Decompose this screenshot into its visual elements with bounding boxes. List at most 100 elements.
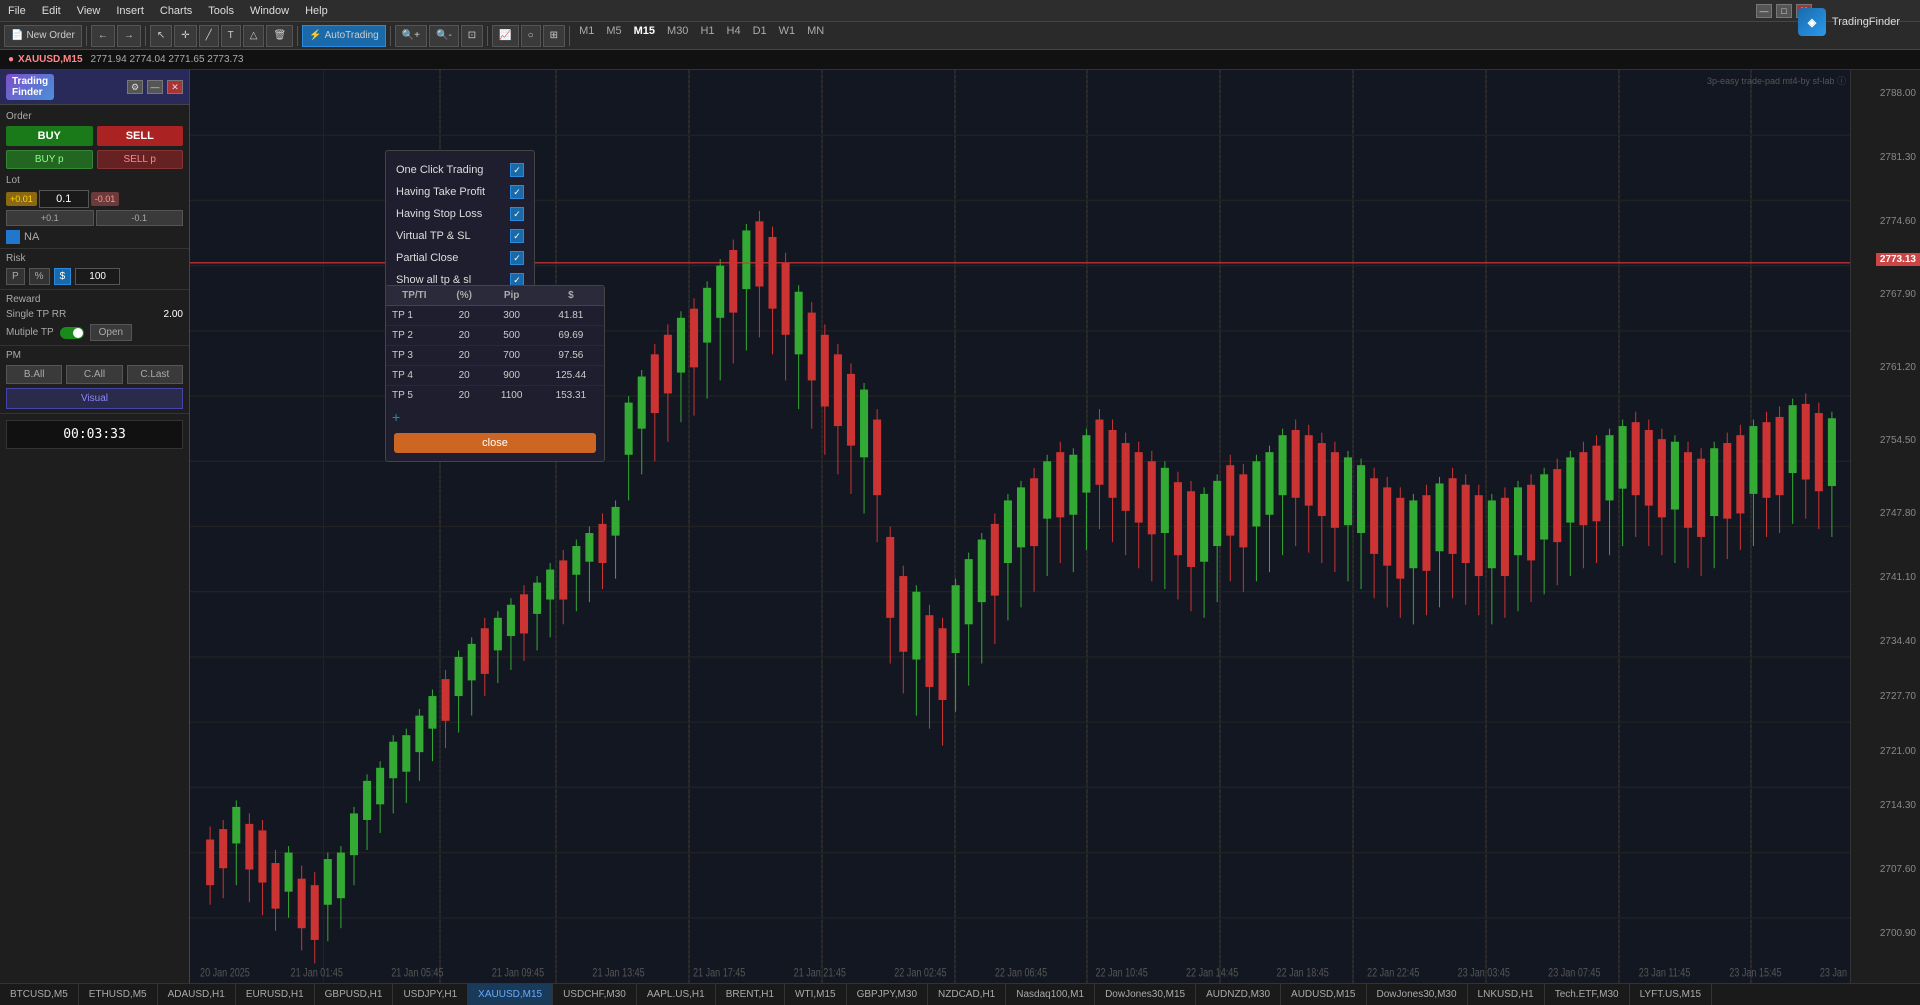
lot-minus-001-button[interactable]: -0.01 (91, 192, 120, 206)
toolbar-objects[interactable]: ○ (521, 25, 541, 47)
checkbox-virtual-tp-sl[interactable]: ✓ (510, 229, 524, 243)
auto-trading-button[interactable]: ⚡ AutoTrading (302, 25, 386, 47)
menu-help[interactable]: Help (305, 5, 328, 17)
menu-view[interactable]: View (77, 5, 101, 17)
toolbar-zoom-out[interactable]: 🔍- (429, 25, 459, 47)
risk-pct-button[interactable]: % (29, 268, 50, 285)
ticker-usdchf[interactable]: USDCHF,M30 (553, 984, 637, 1005)
menu-edit[interactable]: Edit (42, 5, 61, 17)
tp-add-row[interactable]: + (386, 405, 604, 429)
ticker-tech-etf[interactable]: Tech.ETF,M30 (1545, 984, 1630, 1005)
toolbar-shapes[interactable]: △ (243, 25, 265, 47)
dropdown-item-one-click[interactable]: One Click Trading ✓ (394, 159, 526, 181)
checkbox-stop-loss[interactable]: ✓ (510, 207, 524, 221)
tf-d1[interactable]: D1 (748, 25, 772, 47)
toolbar-delete[interactable]: 🗑 (266, 25, 293, 47)
toolbar-line[interactable]: ╱ (199, 25, 219, 47)
price-2707: 2707.60 (1880, 864, 1916, 875)
c-all-button[interactable]: C.All (66, 365, 122, 384)
tf-m1[interactable]: M1 (574, 25, 599, 47)
main-area: Trading Finder ⚙ — ✕ Order BUY SELL BUY … (0, 70, 1920, 983)
tp2-pct: 20 (443, 326, 486, 346)
buy-button[interactable]: BUY (6, 126, 93, 146)
lot-minus-01-button[interactable]: -0.1 (96, 210, 184, 226)
menu-insert[interactable]: Insert (116, 5, 144, 17)
ticker-wti[interactable]: WTI,M15 (785, 984, 847, 1005)
toolbar-fit[interactable]: ⊡ (461, 25, 483, 47)
ticker-audusd[interactable]: AUDUSD,M15 (1281, 984, 1366, 1005)
toolbar-text[interactable]: T (221, 25, 241, 47)
dropdown-item-take-profit[interactable]: Having Take Profit ✓ (394, 181, 526, 203)
color-box[interactable] (6, 230, 20, 244)
maximize-button[interactable]: □ (1776, 4, 1792, 18)
ticker-xauusd[interactable]: XAUUSD,M15 (468, 984, 553, 1005)
toolbar-arrows[interactable]: ← (91, 25, 115, 47)
toolbar-zoom-in[interactable]: 🔍+ (395, 25, 427, 47)
toolbar-crosshair[interactable]: ✛ (174, 25, 196, 47)
lot-plus-01-button[interactable]: +0.1 (6, 210, 94, 226)
minimize-button[interactable]: — (1756, 4, 1772, 18)
chart-area[interactable]: 3p-easy trade-pad mt4-by sf-lab ⓘ (190, 70, 1850, 983)
ticker-dowjones2[interactable]: DowJones30,M30 (1367, 984, 1468, 1005)
sell-pending-button[interactable]: SELL p (97, 150, 184, 169)
ticker-usdjpy[interactable]: USDJPY,H1 (393, 984, 468, 1005)
toolbar-cursor[interactable]: ↖ (150, 25, 172, 47)
tf-h1[interactable]: H1 (695, 25, 719, 47)
ticker-aapl[interactable]: AAPL.US,H1 (637, 984, 716, 1005)
toolbar-new-order[interactable]: 📄 New Order (4, 25, 82, 47)
ticker-btcusd[interactable]: BTCUSD,M5 (0, 984, 79, 1005)
open-button[interactable]: Open (90, 324, 132, 341)
ticker-lnkusd[interactable]: LNKUSD,H1 (1468, 984, 1545, 1005)
checkbox-one-click[interactable]: ✓ (510, 163, 524, 177)
tf-m5[interactable]: M5 (601, 25, 626, 47)
ticker-eurusd[interactable]: EURUSD,H1 (236, 984, 315, 1005)
ticker-audnzd[interactable]: AUDNZD,M30 (1196, 984, 1281, 1005)
ticker-lyft[interactable]: LYFT.US,M15 (1630, 984, 1713, 1005)
ticker-nasdaq[interactable]: Nasdaq100,M1 (1006, 984, 1095, 1005)
dropdown-item-partial-close[interactable]: Partial Close ✓ (394, 247, 526, 269)
tf-mn[interactable]: MN (802, 25, 829, 47)
tf-m15[interactable]: M15 (629, 25, 660, 47)
ticker-gbpusd[interactable]: GBPUSD,H1 (315, 984, 394, 1005)
multiple-tp-toggle[interactable] (60, 327, 84, 339)
checkbox-partial-close[interactable]: ✓ (510, 251, 524, 265)
symbol-prices: 2771.94 2774.04 2771.65 2773.73 (91, 54, 244, 65)
toolbar-indicators[interactable]: 📈 (492, 25, 518, 47)
sell-button[interactable]: SELL (97, 126, 184, 146)
ticker-nzdcad[interactable]: NZDCAD,H1 (928, 984, 1006, 1005)
ticker-brent[interactable]: BRENT,H1 (716, 984, 785, 1005)
dropdown-item-virtual-tp-sl[interactable]: Virtual TP & SL ✓ (394, 225, 526, 247)
visual-button[interactable]: Visual (6, 388, 183, 409)
panel-settings-button[interactable]: ⚙ (127, 80, 143, 94)
buy-pending-button[interactable]: BUY p (6, 150, 93, 169)
lot-plus-001-button[interactable]: +0.01 (6, 192, 37, 206)
menu-window[interactable]: Window (250, 5, 289, 17)
dropdown-item-stop-loss[interactable]: Having Stop Loss ✓ (394, 203, 526, 225)
risk-p-button[interactable]: P (6, 268, 25, 285)
toolbar-arrows2[interactable]: → (117, 25, 141, 47)
risk-value-input[interactable] (75, 268, 120, 285)
timer-display: 00:03:33 (6, 420, 183, 449)
tf-h4[interactable]: H4 (722, 25, 746, 47)
tf-text: TradingFinder (1832, 16, 1900, 28)
menu-tools[interactable]: Tools (208, 5, 234, 17)
price-2788: 2788.00 (1880, 88, 1916, 99)
menu-file[interactable]: File (8, 5, 26, 17)
tf-w1[interactable]: W1 (774, 25, 801, 47)
ticker-dowjones[interactable]: DowJones30,M15 (1095, 984, 1196, 1005)
tf-m30[interactable]: M30 (662, 25, 693, 47)
c-last-button[interactable]: C.Last (127, 365, 183, 384)
panel-minimize-button[interactable]: — (147, 80, 163, 94)
ticker-gbpjpy[interactable]: GBPJPY,M30 (847, 984, 928, 1005)
toolbar-templates[interactable]: ⊞ (543, 25, 565, 47)
risk-dollar-button[interactable]: $ (54, 268, 72, 285)
ticker-ethusd[interactable]: ETHUSD,M5 (79, 984, 158, 1005)
lot-input[interactable] (39, 190, 89, 208)
menu-charts[interactable]: Charts (160, 5, 192, 17)
tp-close-button[interactable]: close (394, 433, 596, 453)
toggle-knob (73, 328, 83, 338)
checkbox-take-profit[interactable]: ✓ (510, 185, 524, 199)
ticker-adausd[interactable]: ADAUSD,H1 (158, 984, 236, 1005)
b-all-button[interactable]: B.All (6, 365, 62, 384)
panel-close-button[interactable]: ✕ (167, 80, 183, 94)
